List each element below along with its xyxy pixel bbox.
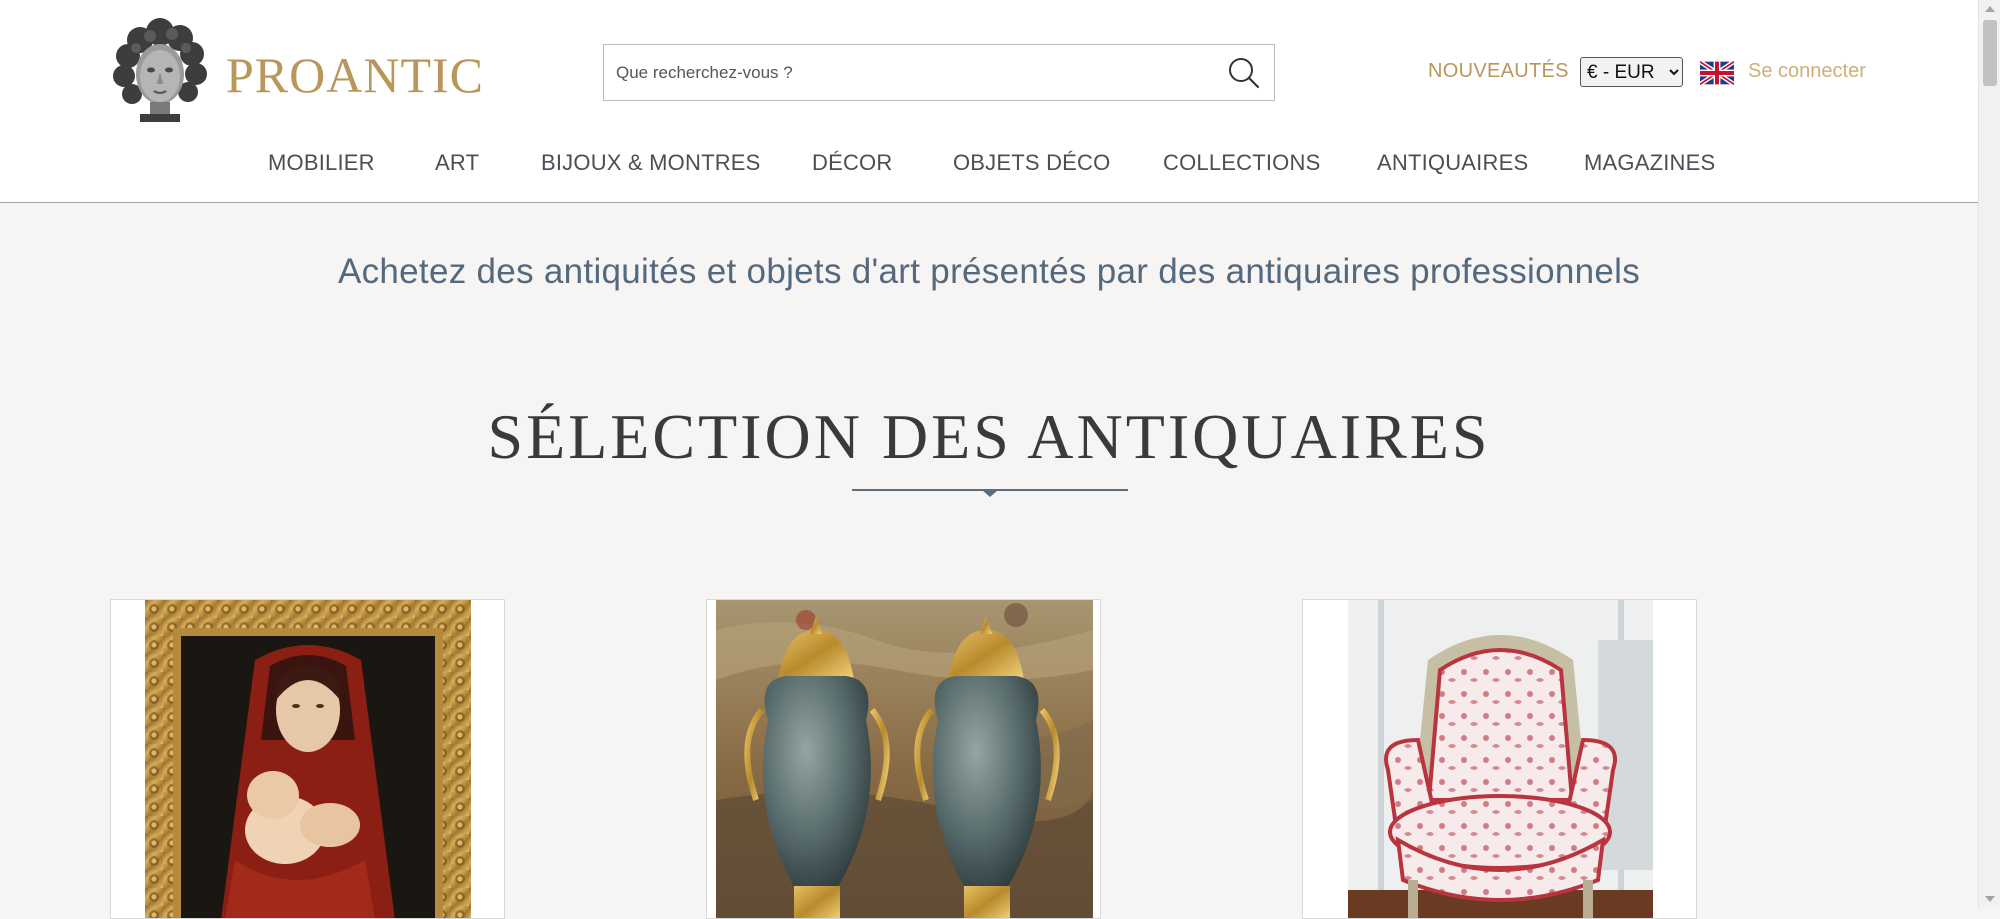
- nav-item-collections[interactable]: COLLECTIONS: [1163, 150, 1320, 176]
- nav-item-bijoux-montres[interactable]: BIJOUX & MONTRES: [541, 150, 761, 176]
- nouveautes-link[interactable]: NOUVEAUTÉS: [1428, 60, 1569, 83]
- scroll-thumb[interactable]: [1983, 20, 1997, 86]
- painting-image: [145, 600, 471, 918]
- product-image-painting[interactable]: [145, 600, 471, 918]
- search-icon: [1229, 57, 1260, 88]
- main-nav: MOBILIER ART BIJOUX & MONTRES DÉCOR OBJE…: [0, 144, 1978, 184]
- search-button[interactable]: [1214, 45, 1274, 100]
- product-image-vases[interactable]: [716, 600, 1093, 918]
- uk-flag-icon[interactable]: [1700, 60, 1734, 86]
- search-box: [603, 44, 1275, 101]
- logo-bust-icon: [113, 18, 207, 122]
- tagline: Achetez des antiquités et objets d'art p…: [337, 252, 1641, 291]
- title-divider: [852, 489, 1128, 497]
- scroll-up-icon[interactable]: [1985, 6, 1995, 12]
- nav-item-art[interactable]: ART: [435, 150, 479, 176]
- search-input[interactable]: [604, 45, 1214, 100]
- currency-select[interactable]: € - EUR: [1580, 57, 1683, 87]
- product-card[interactable]: [1302, 599, 1697, 919]
- logo-text: PROANTIC: [226, 47, 485, 103]
- product-card[interactable]: [110, 599, 505, 919]
- login-link[interactable]: Se connecter: [1748, 60, 1866, 83]
- armchair-image: [1348, 600, 1653, 918]
- nav-item-mobilier[interactable]: MOBILIER: [268, 150, 375, 176]
- nav-item-antiquaires[interactable]: ANTIQUAIRES: [1377, 150, 1528, 176]
- nav-item-objets-deco[interactable]: OBJETS DÉCO: [953, 150, 1110, 176]
- scroll-down-icon[interactable]: [1985, 896, 1995, 902]
- page-scrollbar[interactable]: [1978, 0, 2000, 908]
- site-header: PROANTIC NOUVEAUTÉS € - EUR Se connecter…: [0, 0, 1978, 203]
- nav-item-magazines[interactable]: MAGAZINES: [1584, 150, 1715, 176]
- logo-link[interactable]: PROANTIC: [110, 18, 484, 122]
- nav-item-decor[interactable]: DÉCOR: [812, 150, 892, 176]
- section-title: SÉLECTION DES ANTIQUAIRES: [487, 401, 1491, 472]
- product-card[interactable]: [706, 599, 1101, 919]
- vases-image: [716, 600, 1093, 918]
- product-image-armchair[interactable]: [1348, 600, 1653, 918]
